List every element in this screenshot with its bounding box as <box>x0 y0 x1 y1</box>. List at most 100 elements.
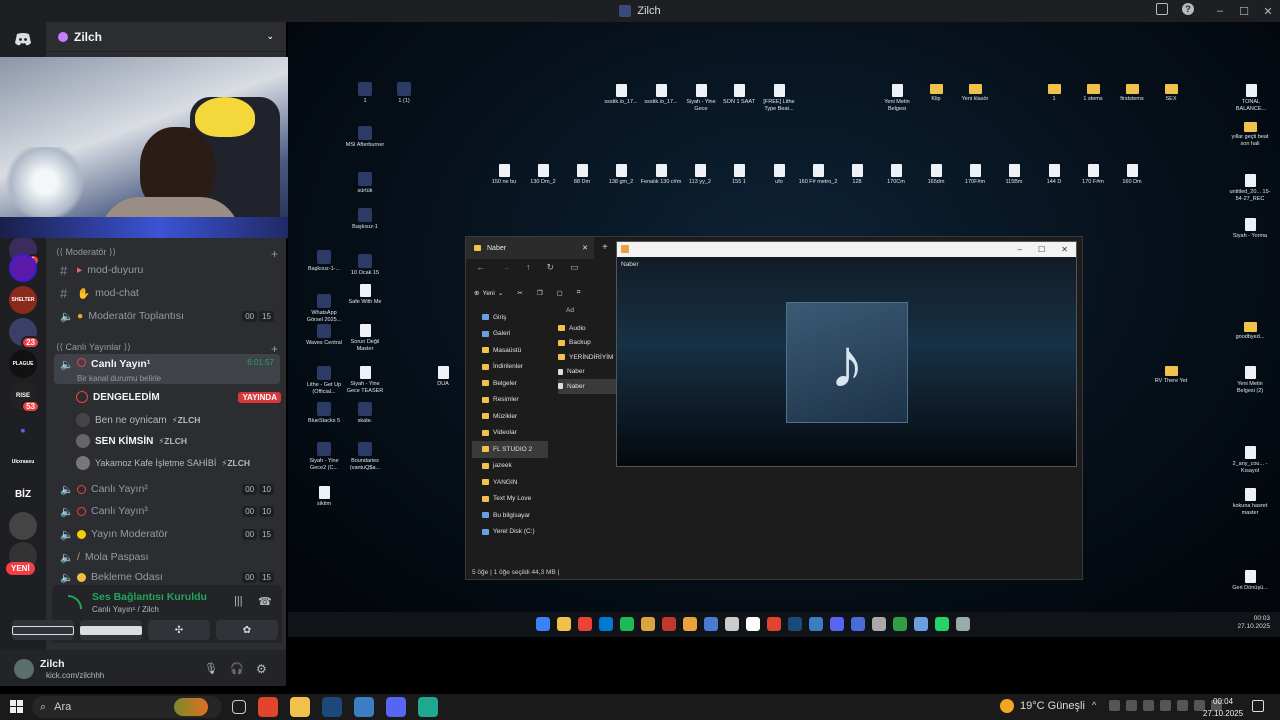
inner-taskbar-app-icon-2[interactable] <box>578 617 592 631</box>
sidebar-item-2[interactable]: Masaüstü <box>472 342 548 359</box>
desktop-icon-left-10[interactable]: Sorun Değil Master <box>344 324 386 352</box>
refresh-icon[interactable]: ↻ <box>547 262 555 273</box>
discord-home-icon[interactable] <box>9 26 37 54</box>
desktop-icon-mid-7[interactable]: ufo <box>758 164 800 186</box>
desktop-icon-left-16[interactable]: Siyah - Yine Gece2 (C... <box>303 442 345 471</box>
inner-taskbar-app-icon-14[interactable] <box>830 617 844 631</box>
desktop-icon-top-6[interactable]: Klip <box>915 84 957 103</box>
microphone-icon[interactable]: 🎙 <box>204 662 218 676</box>
close-button[interactable]: ✕ <box>1256 5 1280 18</box>
desktop-icon-mid-14[interactable]: 144 D <box>1033 164 1075 186</box>
explorer-tab[interactable]: Naber ✕ <box>466 237 594 259</box>
notification-icon[interactable] <box>1252 700 1264 712</box>
paste-icon[interactable]: ▢ <box>557 289 563 297</box>
minimize-button[interactable]: – <box>1018 245 1022 254</box>
desktop-icon-left-6[interactable]: 10 Ocak 15 <box>344 254 386 277</box>
desktop-icon-left-5[interactable]: Başkısız-1-... <box>303 250 345 273</box>
desktop-icon-mid-0[interactable]: 150 ne bu <box>483 164 525 186</box>
sidebar-item-7[interactable]: Videolar <box>472 425 548 442</box>
taskbar-search[interactable]: ⌕ Ara <box>32 696 222 718</box>
tray-app-icon[interactable] <box>1143 700 1154 711</box>
desktop-icon-left-0[interactable]: 1 <box>344 82 386 105</box>
inner-taskbar-app-icon-17[interactable] <box>893 617 907 631</box>
discord-taskbar-icon[interactable] <box>386 697 406 717</box>
gear-icon[interactable]: ⚙ <box>256 662 270 676</box>
sidebar-item-8[interactable]: FL STUDIO 2 <box>472 441 548 458</box>
desktop-icon-left-13[interactable]: Siyah - Yine Gece TEASER <box>344 366 386 394</box>
desktop-icon-mid-13[interactable]: 115Bm <box>993 164 1035 186</box>
desktop-icon-right-6[interactable]: 2_any_cou... - Kısayol <box>1229 446 1271 474</box>
desktop-icon-left-8[interactable]: Safe With Me <box>344 284 386 306</box>
forward-arrow-icon[interactable]: → <box>501 262 510 273</box>
desktop-icon-mid-4[interactable]: Fenalık 130 c#m <box>640 164 682 186</box>
desktop-icon-top-5[interactable]: Yeni Metin Belgesi <box>876 84 918 112</box>
voice-member-ben-ne-oynicam[interactable]: Ben ne oynicam ⚡ZLCH <box>76 413 281 427</box>
network-icon[interactable] <box>354 697 374 717</box>
desktop-icon-top-10[interactable]: firststems <box>1111 84 1153 103</box>
desktop-icon-top-9[interactable]: 1 stems <box>1072 84 1114 103</box>
desktop-icon-top-7[interactable]: Yeni klasör <box>954 84 996 103</box>
desktop-icon-right-8[interactable]: Geri Dönüşü... <box>1229 570 1271 592</box>
task-view-icon[interactable] <box>232 700 246 714</box>
inner-taskbar-app-icon-7[interactable] <box>683 617 697 631</box>
signal-icon[interactable] <box>68 595 82 609</box>
inner-taskbar-app-icon-15[interactable] <box>851 617 865 631</box>
desktop-icon-top-11[interactable]: SEX <box>1150 84 1192 103</box>
inner-taskbar-app-icon-12[interactable] <box>788 617 802 631</box>
server-icon-biz[interactable]: BİZ <box>9 480 37 508</box>
desktop-icon-left-18[interactable]: siktim <box>303 486 345 508</box>
server-icon-shelter[interactable]: SHELTER <box>9 286 37 314</box>
windows-start-icon[interactable] <box>10 700 23 713</box>
inner-taskbar-app-icon-18[interactable] <box>914 617 928 631</box>
headset-icon[interactable]: 🎧 <box>230 662 244 676</box>
app-taskbar-icon[interactable] <box>418 697 438 717</box>
desktop-icon-left-2[interactable]: MSI Afterburner <box>344 126 386 149</box>
add-channel-icon[interactable]: + <box>271 247 278 261</box>
desktop-icon-left-4[interactable]: Başkısız-1 <box>344 208 386 231</box>
inner-taskbar-app-icon-9[interactable] <box>725 617 739 631</box>
desktop-icon-mid-12[interactable]: 170F#m <box>954 164 996 186</box>
channel-mola-paspasi[interactable]: 🔈 / Mola Paspası <box>54 547 280 567</box>
inner-taskbar-app-icon-8[interactable] <box>704 617 718 631</box>
sidebar-item-12[interactable]: Bu bilgisayar <box>472 507 548 524</box>
channel-canli-yayin-2[interactable]: 🔈 Canlı Yayın² 00 10 <box>54 479 280 499</box>
desktop-icon-left-12[interactable]: Lithe - Get Up (Official... <box>303 366 345 395</box>
column-header[interactable]: Ad <box>566 307 574 314</box>
desktop-icon-left-9[interactable]: Waves Central <box>303 324 345 347</box>
desktop-icon-right-0[interactable]: yıllar geçti beat son hali <box>1229 122 1271 147</box>
desktop-icon-mid-2[interactable]: 88 Dm <box>561 164 603 186</box>
desktop-icon-right-4[interactable]: RV There Yet <box>1150 366 1192 385</box>
minimize-button[interactable]: – <box>1208 5 1232 17</box>
desktop-icon-left-11[interactable]: DUA <box>422 366 464 388</box>
desktop-icon-right-1[interactable]: untitled_20... 15-54-27_REC <box>1229 174 1271 202</box>
desktop-icon-right-2[interactable]: Siyah - Yorma <box>1229 218 1271 240</box>
desktop-icon-mid-8[interactable]: 160 F# metro_2 <box>797 164 839 186</box>
desktop-icon-right-7[interactable]: kokuna hasret master <box>1229 488 1271 516</box>
new-tab-button[interactable]: + <box>602 242 608 253</box>
desktop-icon-top-8[interactable]: 1 <box>1033 84 1075 103</box>
file-row[interactable]: Audio <box>558 321 618 336</box>
inner-taskbar-app-icon-3[interactable] <box>599 617 613 631</box>
taskbar-clock[interactable]: 00:04 27.10.2025 <box>1203 696 1243 720</box>
desktop-icon-mid-6[interactable]: 155 1 <box>718 164 760 186</box>
tray-app-icon[interactable] <box>1126 700 1137 711</box>
file-explorer-icon[interactable] <box>290 697 310 717</box>
server-icon-hand[interactable] <box>9 512 37 540</box>
sidebar-item-11[interactable]: Text My Love <box>472 491 548 508</box>
inner-taskbar-app-icon-20[interactable] <box>956 617 970 631</box>
sidebar-item-10[interactable]: YANGIN <box>472 474 548 491</box>
desktop-icon-left-7[interactable]: WhatsApp Görsel 2025... <box>303 294 345 323</box>
file-row[interactable]: Naber <box>558 379 618 394</box>
close-button[interactable]: ✕ <box>1061 245 1068 254</box>
copy-icon[interactable]: ❐ <box>537 289 543 297</box>
avatar[interactable] <box>14 659 34 679</box>
voice-member-yakamoz[interactable]: Yakamoz Kafe İşletme SAHİBİ ⚡ZLCH <box>76 456 281 470</box>
tray-network-icon[interactable] <box>1177 700 1188 711</box>
sidebar-item-0[interactable]: Giriş <box>472 309 548 326</box>
sidebar-item-13[interactable]: Yerel Disk (C:) <box>472 524 548 541</box>
screen-share-button[interactable] <box>80 620 142 640</box>
tray-app-icon[interactable] <box>1109 700 1120 711</box>
sidebar-item-3[interactable]: İndirilenler <box>472 359 548 376</box>
file-row[interactable]: Backup <box>558 336 618 351</box>
desktop-icon-left-17[interactable]: Boundaries (vantuQ$a... <box>344 442 386 471</box>
